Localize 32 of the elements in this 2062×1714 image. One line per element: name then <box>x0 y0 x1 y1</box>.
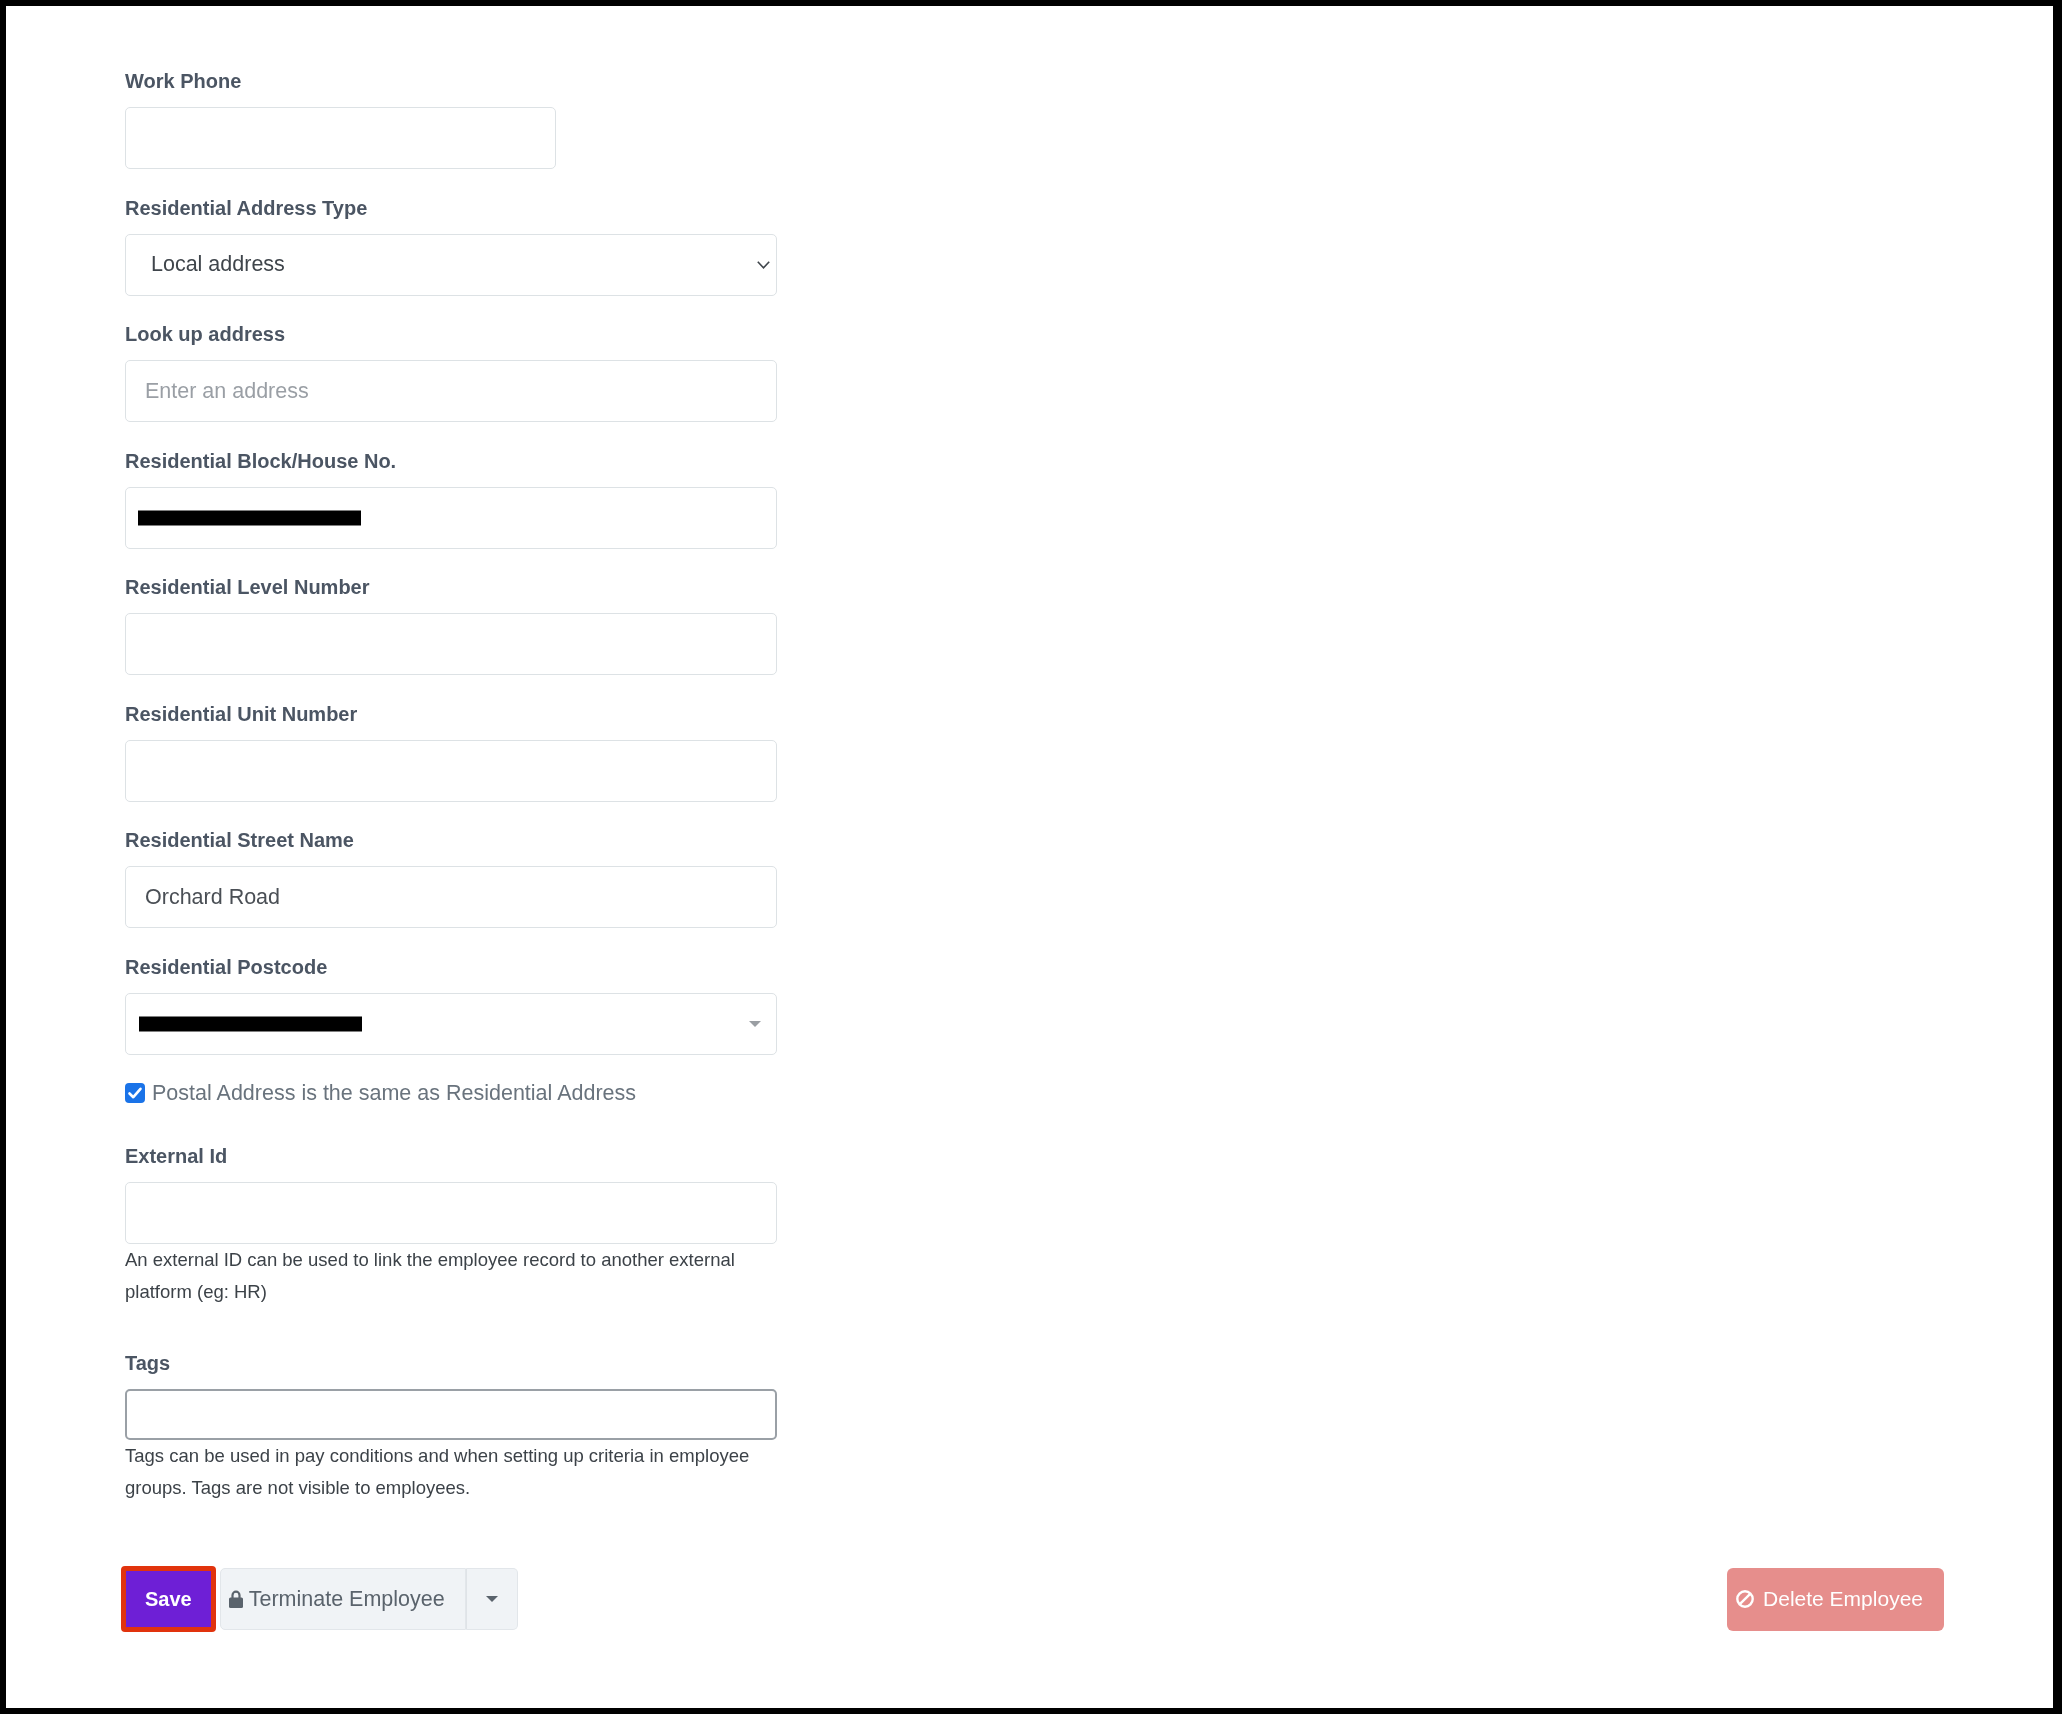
chevron-down-icon <box>757 260 770 269</box>
input-field[interactable] <box>125 613 777 675</box>
field-label: External Id <box>125 1144 228 1169</box>
field-label: Residential Block/House No. <box>125 448 397 474</box>
caret-down-icon <box>749 1020 761 1027</box>
help-text: Tags can be used in pay conditions and when setting up criteria in employee groups. Tags are not visible to employees. <box>125 1444 751 1500</box>
field-label: Look up address <box>125 322 286 347</box>
input-field[interactable] <box>125 486 777 549</box>
field-label: Residential Unit Number <box>125 701 358 727</box>
checkbox-label: Postal Address is the same as Residential Address <box>152 1080 636 1106</box>
input-field[interactable]: Enter an address <box>125 360 777 422</box>
input-field[interactable] <box>125 107 556 169</box>
field-label: Work Phone <box>125 69 242 94</box>
combobox-field[interactable] <box>125 992 777 1055</box>
tags-field[interactable] <box>125 1389 777 1440</box>
field-label: Tags <box>125 1351 171 1376</box>
input-field[interactable] <box>125 739 777 802</box>
field-label: Residential Postcode <box>125 954 328 980</box>
help-text: An external ID can be used to link the employee record to another external platform (eg: HR) <box>125 1248 736 1304</box>
field-label: Residential Level Number <box>125 575 370 600</box>
terminate-button[interactable]: Terminate Employee <box>219 1568 466 1630</box>
caret-down-icon <box>485 1596 498 1602</box>
select-field[interactable]: Local address <box>125 233 777 296</box>
lock-icon <box>228 1590 243 1608</box>
save-button[interactable]: Save <box>121 1566 216 1632</box>
input-field[interactable] <box>125 1182 777 1244</box>
ban-icon <box>1736 1590 1755 1608</box>
input-field[interactable]: Orchard Road <box>125 866 777 928</box>
checkbox[interactable] <box>125 1083 145 1103</box>
dropdown-toggle[interactable] <box>465 1568 518 1630</box>
field-label: Residential Street Name <box>125 828 354 853</box>
field-label: Residential Address Type <box>125 195 368 221</box>
